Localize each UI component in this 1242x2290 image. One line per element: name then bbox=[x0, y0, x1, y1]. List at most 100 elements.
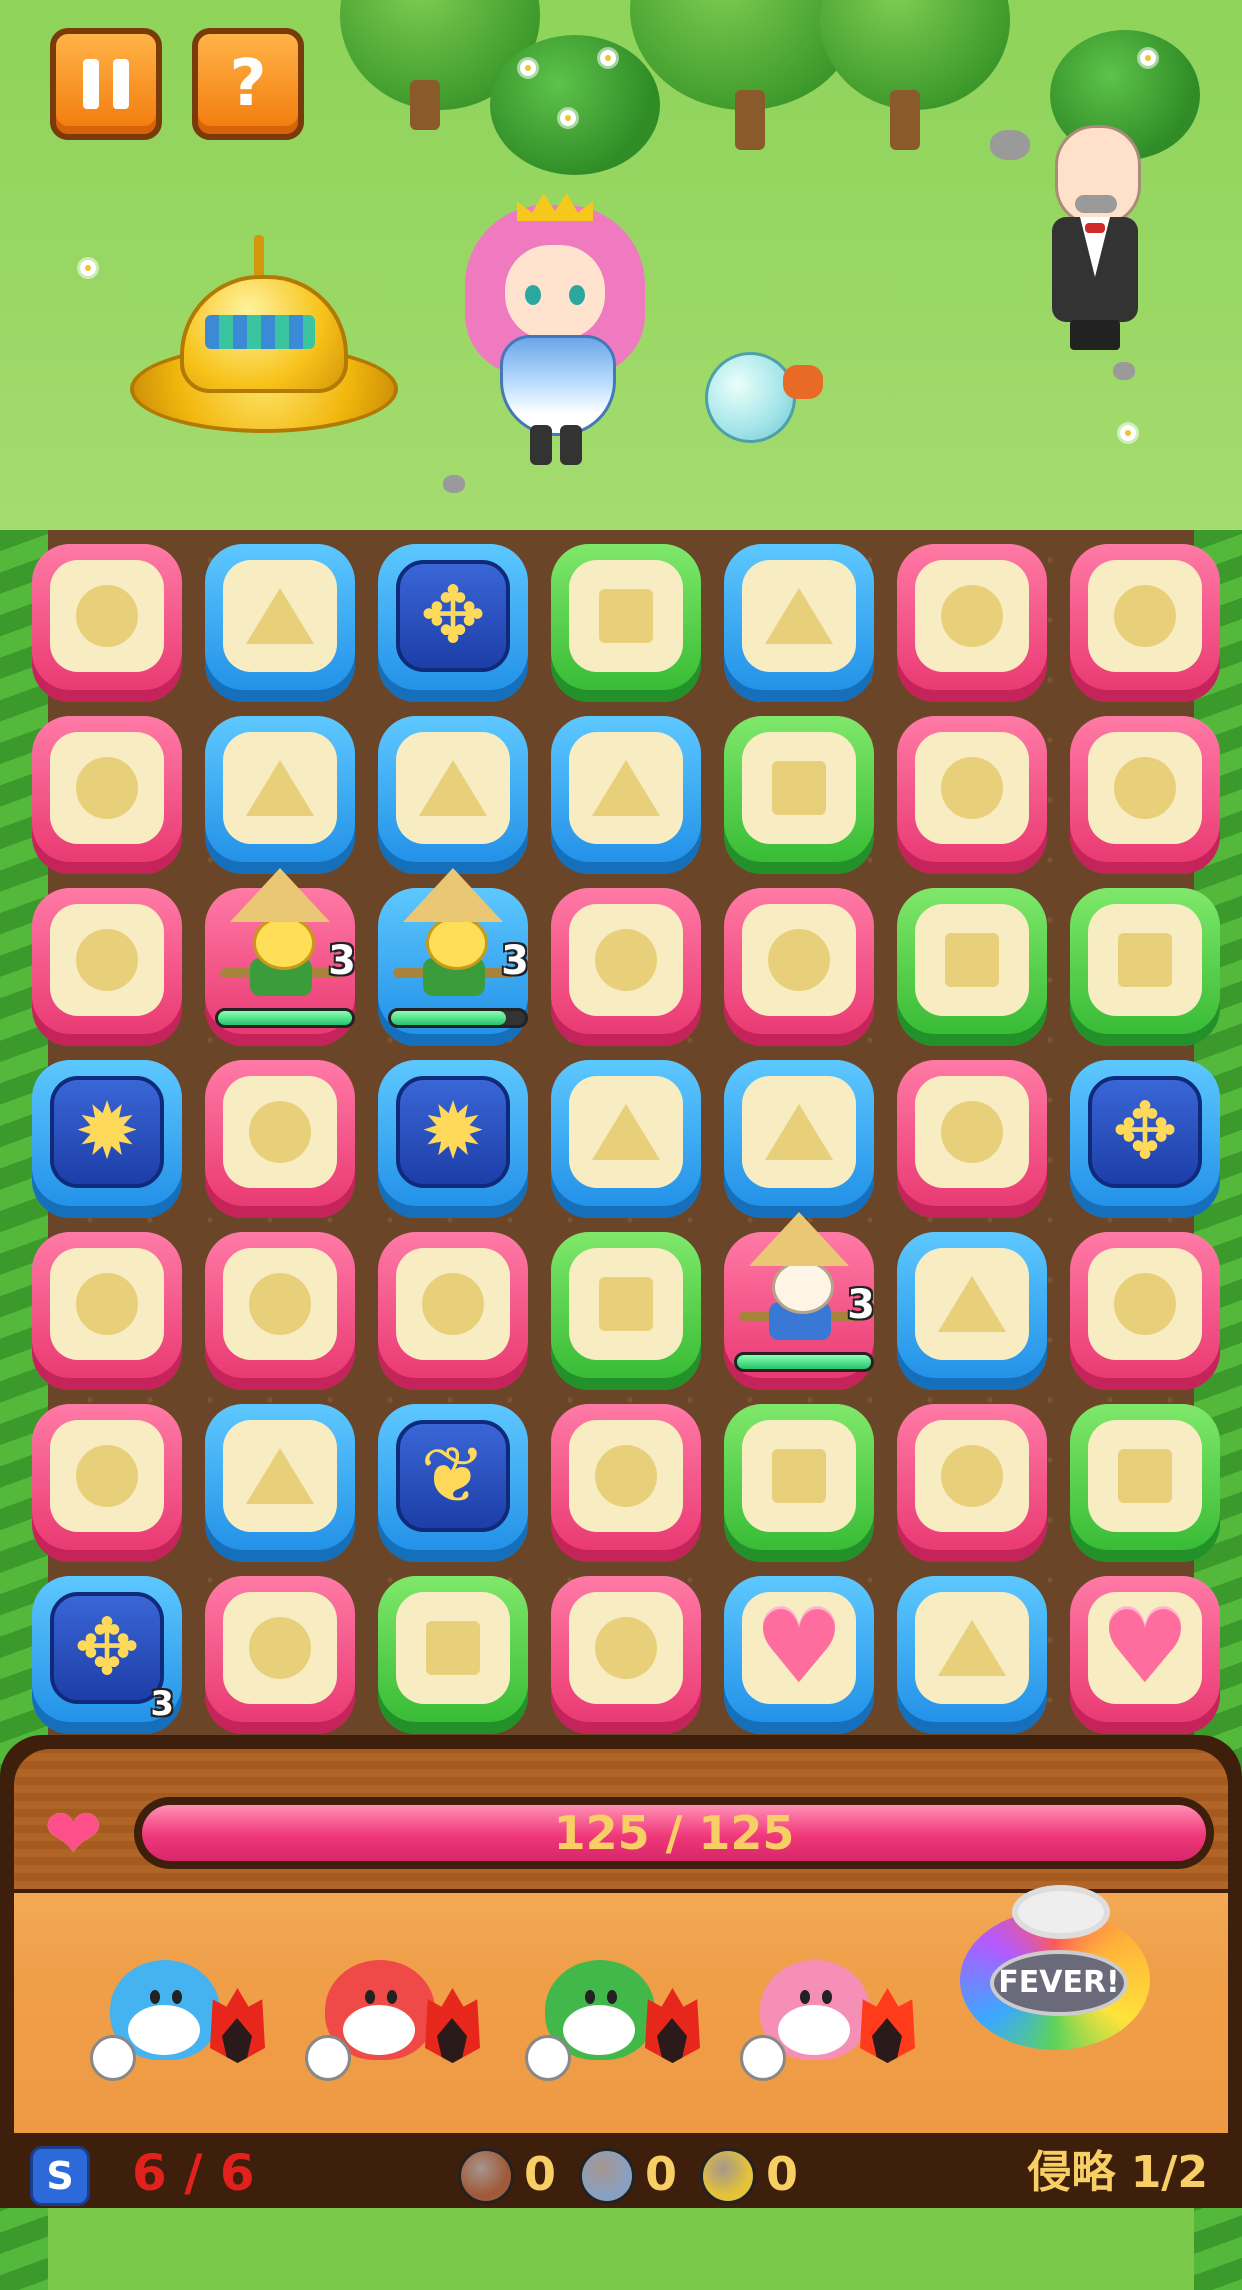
board-tile-pink-circle[interactable] bbox=[897, 1060, 1047, 1218]
flower bbox=[1120, 425, 1136, 441]
circle-icon bbox=[941, 1445, 1003, 1507]
board-tile-special-cross[interactable]: ✥ bbox=[1070, 1060, 1220, 1218]
board-tile-blue-triangle[interactable] bbox=[551, 1060, 701, 1218]
board-tile-pink-circle[interactable] bbox=[32, 888, 182, 1046]
butler-character bbox=[1040, 125, 1150, 350]
cross-arrows-icon: ✥ bbox=[74, 1603, 140, 1693]
board-tile-pink-circle[interactable] bbox=[551, 888, 701, 1046]
board-tile-green-square[interactable] bbox=[724, 716, 874, 874]
board-tile-heart[interactable]: ♥ bbox=[724, 1576, 874, 1734]
hp-bar: 125 / 125 bbox=[134, 1797, 1214, 1869]
board-tile-scarecrow[interactable]: 3 bbox=[724, 1212, 875, 1390]
board-tile-green-square[interactable] bbox=[551, 1232, 701, 1390]
board-tile-blue-triangle[interactable] bbox=[378, 716, 528, 874]
sun-icon: ✹ bbox=[74, 1087, 140, 1177]
board-tile-blue-triangle[interactable] bbox=[897, 1232, 1047, 1390]
heart-icon: ❤ bbox=[44, 1793, 103, 1875]
board-tile-special-sun[interactable]: ✹ bbox=[378, 1060, 528, 1218]
board-tile-pink-circle[interactable] bbox=[897, 544, 1047, 702]
circle-icon bbox=[76, 1445, 138, 1507]
board-tile-pink-circle[interactable] bbox=[205, 1060, 355, 1218]
board-tile-blue-triangle[interactable] bbox=[724, 544, 874, 702]
board-tile-blue-triangle[interactable] bbox=[897, 1576, 1047, 1734]
circle-icon bbox=[768, 929, 830, 991]
board-tile-scarecrow[interactable]: 3 bbox=[205, 868, 356, 1046]
board-tile-pink-circle[interactable] bbox=[32, 1232, 182, 1390]
board-tile-blue-triangle[interactable] bbox=[205, 1404, 355, 1562]
stage-progress: 侵略 1/2 bbox=[1027, 2147, 1208, 2198]
board-tile-special-wings[interactable]: ❦ bbox=[378, 1404, 528, 1562]
circle-icon bbox=[76, 929, 138, 991]
board-tile-green-square[interactable] bbox=[724, 1404, 874, 1562]
bubble-creature bbox=[705, 352, 823, 443]
board-tile-green-square[interactable] bbox=[1070, 1404, 1220, 1562]
party-monster-blue[interactable] bbox=[90, 1950, 265, 2081]
heart-icon: ♥ bbox=[1100, 1589, 1190, 1706]
board-tile-green-square[interactable] bbox=[897, 888, 1047, 1046]
board-tile-pink-circle[interactable] bbox=[897, 1404, 1047, 1562]
board-tile-pink-circle[interactable] bbox=[1070, 716, 1220, 874]
board-tile-scarecrow[interactable]: 3 bbox=[378, 868, 529, 1046]
board-tile-heart[interactable]: ♥ bbox=[1070, 1576, 1220, 1734]
flower bbox=[600, 50, 616, 66]
enemy-hp-bar bbox=[215, 1008, 355, 1028]
scarecrow-enemy: 3 bbox=[729, 1212, 875, 1382]
board-tile-pink-circle[interactable] bbox=[551, 1404, 701, 1562]
board-tile-green-square[interactable] bbox=[551, 544, 701, 702]
board-tile-pink-circle[interactable] bbox=[32, 544, 182, 702]
hp-section: ❤ 125 / 125 bbox=[14, 1749, 1228, 1889]
bush bbox=[490, 35, 660, 175]
board-tile-green-square[interactable] bbox=[378, 1576, 528, 1734]
scarecrow-enemy: 3 bbox=[383, 868, 529, 1038]
board-tile-special-cross[interactable]: ✥ 3 bbox=[32, 1576, 182, 1734]
board-tile-green-square[interactable] bbox=[1070, 888, 1220, 1046]
triangle-icon bbox=[246, 588, 314, 644]
board-tile-pink-circle[interactable] bbox=[551, 1576, 701, 1734]
party-monster-green[interactable] bbox=[525, 1950, 700, 2081]
party-monster-pink[interactable] bbox=[740, 1950, 915, 2081]
rock bbox=[1113, 362, 1135, 380]
board-tile-pink-circle[interactable] bbox=[897, 716, 1047, 874]
board-tile-special-sun[interactable]: ✹ bbox=[32, 1060, 182, 1218]
circle-icon bbox=[1114, 585, 1176, 647]
square-icon bbox=[772, 1449, 826, 1503]
circle-icon bbox=[595, 1617, 657, 1679]
square-icon bbox=[772, 761, 826, 815]
question-icon: ? bbox=[229, 47, 267, 121]
circle-icon bbox=[249, 1273, 311, 1335]
board-tile-pink-circle[interactable] bbox=[724, 888, 874, 1046]
board-tile-pink-circle[interactable] bbox=[1070, 544, 1220, 702]
fever-jar-neck bbox=[1012, 1885, 1110, 1939]
square-icon bbox=[599, 1277, 653, 1331]
tree-trunk bbox=[410, 80, 440, 130]
board-tile-pink-circle[interactable] bbox=[32, 1404, 182, 1562]
help-button[interactable]: ? bbox=[192, 28, 304, 140]
circle-icon bbox=[422, 1273, 484, 1335]
board-tile-blue-triangle[interactable] bbox=[551, 716, 701, 874]
board-tile-pink-circle[interactable] bbox=[378, 1232, 528, 1390]
flower bbox=[520, 60, 536, 76]
circle-icon bbox=[595, 1445, 657, 1507]
fever-jar[interactable]: FEVER! bbox=[950, 1885, 1160, 2055]
board-tile-special-cross[interactable]: ✥ bbox=[378, 544, 528, 702]
board-tile-blue-triangle[interactable] bbox=[205, 544, 355, 702]
board-tile-pink-circle[interactable] bbox=[1070, 1232, 1220, 1390]
triangle-icon bbox=[246, 1448, 314, 1504]
board-tile-blue-triangle[interactable] bbox=[724, 1060, 874, 1218]
board-tile-pink-circle[interactable] bbox=[205, 1232, 355, 1390]
board-tile-blue-triangle[interactable] bbox=[205, 716, 355, 874]
square-icon bbox=[1118, 933, 1172, 987]
board-tile-pink-circle[interactable] bbox=[205, 1576, 355, 1734]
skill-s-icon[interactable]: S bbox=[30, 2146, 90, 2206]
resource-silver-value: 0 bbox=[645, 2147, 678, 2201]
rock bbox=[443, 475, 465, 493]
puzzle-board: ✥ 3 3 ✹ ✹ ✥ 3 ❦ ✥ 3 ♥ ♥ bbox=[0, 530, 1242, 2290]
ufo-enemy bbox=[130, 235, 398, 450]
party-monster-red[interactable] bbox=[305, 1950, 480, 2081]
silver-orb-icon bbox=[579, 2148, 635, 2204]
pause-button[interactable] bbox=[50, 28, 162, 140]
board-tile-pink-circle[interactable] bbox=[32, 716, 182, 874]
circle-icon bbox=[76, 757, 138, 819]
enemy-hp-bar bbox=[734, 1352, 874, 1372]
square-icon bbox=[945, 933, 999, 987]
